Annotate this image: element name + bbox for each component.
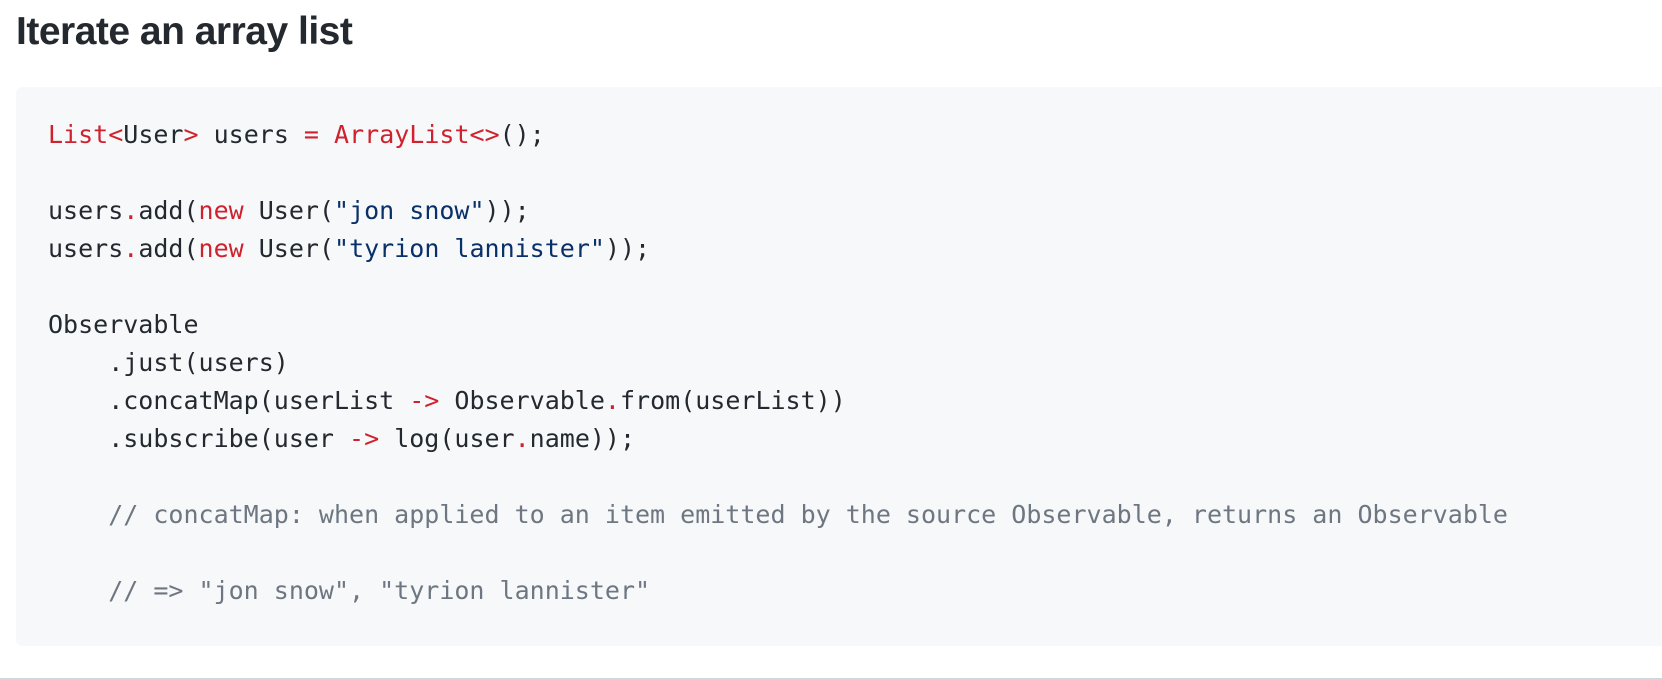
code-line-8: .concatMap(userList -> Observable.from(u… bbox=[48, 382, 1662, 420]
code-token: User bbox=[123, 120, 184, 149]
code-token: users bbox=[48, 234, 124, 263]
code-token: . bbox=[123, 196, 139, 225]
code-line-9: .subscribe(user -> log(user.name)); bbox=[48, 420, 1662, 458]
code-line-3: users.add(new User("jon snow")); bbox=[48, 192, 1662, 230]
code-comment: // => "jon snow", "tyrion lannister" bbox=[48, 576, 651, 605]
code-line-7: .just(users) bbox=[48, 344, 1662, 382]
code-token: User( bbox=[243, 196, 335, 225]
code-token: (); bbox=[499, 120, 545, 149]
code-token: users bbox=[48, 196, 124, 225]
code-line-11: // concatMap: when applied to an item em… bbox=[48, 496, 1662, 534]
code-token: -> bbox=[349, 424, 380, 453]
code-token: .concatMap(userList bbox=[48, 386, 410, 415]
code-token: List bbox=[48, 120, 109, 149]
page: Iterate an array list List<User> users =… bbox=[0, 0, 1662, 680]
code-comment: // concatMap: when applied to an item em… bbox=[48, 500, 1508, 529]
code-token: . bbox=[514, 424, 530, 453]
code-token: users bbox=[198, 120, 304, 149]
code-token: Observable bbox=[439, 386, 605, 415]
code-token: Observable bbox=[48, 310, 199, 339]
code-block: List<User> users = ArrayList<>(); users.a… bbox=[16, 87, 1662, 646]
code-token: add( bbox=[138, 234, 199, 263]
code-token: .subscribe(user bbox=[48, 424, 350, 453]
code-line-1: List<User> users = ArrayList<>(); bbox=[48, 116, 1662, 154]
code-line-13: // => "jon snow", "tyrion lannister" bbox=[48, 572, 1662, 610]
code-token: . bbox=[123, 234, 139, 263]
code-token: > bbox=[183, 120, 199, 149]
code-token: )); bbox=[604, 234, 651, 263]
code-token: -> bbox=[409, 386, 440, 415]
code-token: <> bbox=[469, 120, 500, 149]
code-token: new bbox=[198, 196, 244, 225]
code-token: . bbox=[604, 386, 620, 415]
code-line-4: users.add(new User("tyrion lannister")); bbox=[48, 230, 1662, 268]
code-token: "jon snow" bbox=[334, 196, 485, 225]
code-token: = bbox=[303, 120, 319, 149]
code-token: "tyrion lannister" bbox=[334, 234, 605, 263]
code-token: new bbox=[198, 234, 244, 263]
code-token: name)); bbox=[529, 424, 636, 453]
code-line-6: Observable bbox=[48, 306, 1662, 344]
code-token: add( bbox=[138, 196, 199, 225]
code-content: List<User> users = ArrayList<>(); users.a… bbox=[48, 116, 1662, 610]
code-token: < bbox=[108, 120, 124, 149]
code-token: log(user bbox=[379, 424, 515, 453]
code-token: )); bbox=[484, 196, 530, 225]
code-token: ArrayList bbox=[334, 120, 470, 149]
section-heading: Iterate an array list bbox=[16, 10, 353, 53]
code-token: User( bbox=[243, 234, 335, 263]
code-token: from(userList)) bbox=[619, 386, 846, 415]
code-token: .just(users) bbox=[48, 348, 289, 377]
